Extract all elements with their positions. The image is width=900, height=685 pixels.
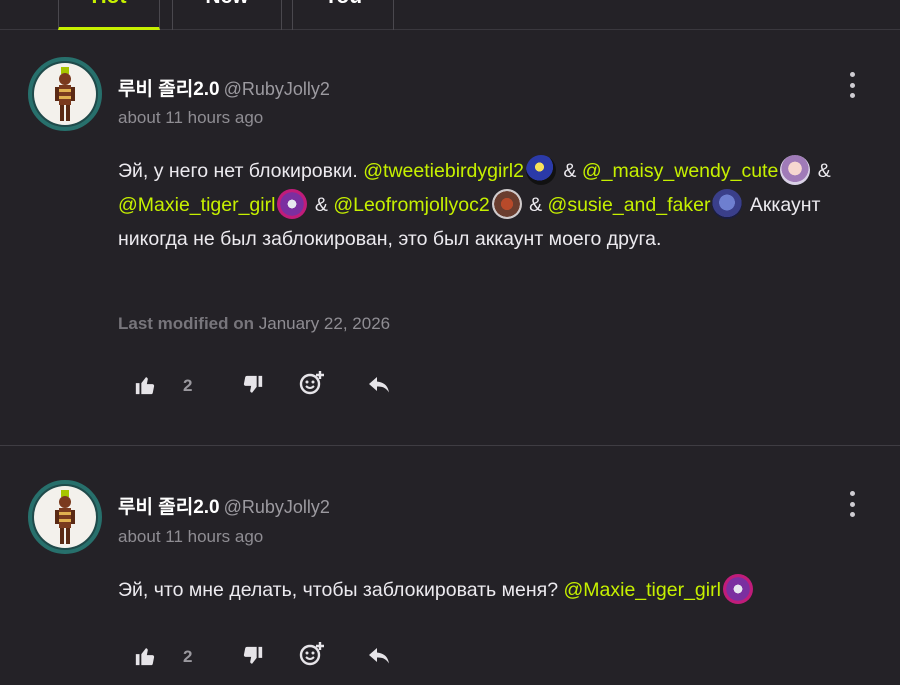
avatar[interactable] <box>28 480 102 554</box>
add-reaction-icon[interactable] <box>299 370 325 396</box>
username[interactable]: 루비 졸리2.0 <box>118 497 220 518</box>
comment-actions: 2 <box>0 371 420 404</box>
add-reaction-icon[interactable] <box>299 641 325 667</box>
author-line: 루비 졸리2.0 @RubyJolly2 <box>118 492 330 519</box>
thumbs-down-icon[interactable] <box>242 374 264 396</box>
comment-text: Эй, у него нет блокировки. <box>118 160 358 182</box>
thumbs-up-icon[interactable] <box>134 374 156 396</box>
ampersand: & <box>817 160 831 182</box>
mention-link[interactable]: @Leofromjollyoc2 <box>333 194 489 216</box>
ampersand: & <box>529 194 543 216</box>
avatar[interactable] <box>28 57 102 131</box>
comment-body: Эй, у него нет блокировки. @tweetiebirdy… <box>118 154 858 256</box>
reply-icon[interactable] <box>367 374 391 396</box>
last-modified: Last modified on January 22, 2026 <box>118 314 390 334</box>
like-count: 2 <box>183 376 193 395</box>
comment-card: 루비 졸리2.0 @RubyJolly2 about 11 hours ago Э… <box>0 447 900 685</box>
tab-new[interactable]: New <box>172 0 282 30</box>
username[interactable]: 루비 졸리2.0 <box>118 79 220 100</box>
mention-link[interactable]: @Maxie_tiger_girl <box>563 579 720 601</box>
mention-link[interactable]: @susie_and_faker <box>548 194 711 216</box>
thumbs-down-icon[interactable] <box>242 645 264 667</box>
more-options-icon[interactable] <box>846 491 858 517</box>
more-options-icon[interactable] <box>846 72 858 98</box>
last-modified-label: Last modified on <box>118 314 254 333</box>
reply-icon[interactable] <box>367 645 391 667</box>
last-modified-date: January 22, 2026 <box>258 314 391 333</box>
mention-avatar <box>277 188 308 219</box>
comment-actions: 2 <box>0 642 420 675</box>
avatar-figure-icon <box>55 67 75 121</box>
comment-body: Эй, что мне делать, чтобы заблокировать … <box>118 573 858 607</box>
comment-text: Эй, что мне делать, чтобы заблокировать … <box>118 579 559 601</box>
comment-card: 루비 졸리2.0 @RubyJolly2 about 11 hours ago Э… <box>0 36 900 446</box>
user-handle[interactable]: @RubyJolly2 <box>224 497 330 517</box>
tab-hot[interactable]: Hot <box>58 0 160 30</box>
mention-link[interactable]: @tweetiebirdygirl2 <box>363 160 524 182</box>
avatar-figure-icon <box>55 490 75 544</box>
mention-avatar <box>491 188 522 219</box>
mention-link[interactable]: @_maisy_wendy_cute <box>582 160 778 182</box>
mention-avatar <box>712 188 743 219</box>
mention-avatar <box>722 573 753 604</box>
author-line: 루비 졸리2.0 @RubyJolly2 <box>118 74 330 101</box>
thumbs-up-icon[interactable] <box>134 645 156 667</box>
user-handle[interactable]: @RubyJolly2 <box>224 79 330 99</box>
ampersand: & <box>563 160 577 182</box>
ampersand: & <box>314 194 328 216</box>
mention-avatar <box>525 154 556 185</box>
mention-link[interactable]: @Maxie_tiger_girl <box>118 194 275 216</box>
mention-avatar <box>780 154 811 185</box>
like-count: 2 <box>183 647 193 666</box>
timestamp: about 11 hours ago <box>118 527 264 546</box>
sort-tabs: Hot New You <box>0 0 900 30</box>
timestamp: about 11 hours ago <box>118 108 264 127</box>
tab-you[interactable]: You <box>292 0 394 30</box>
